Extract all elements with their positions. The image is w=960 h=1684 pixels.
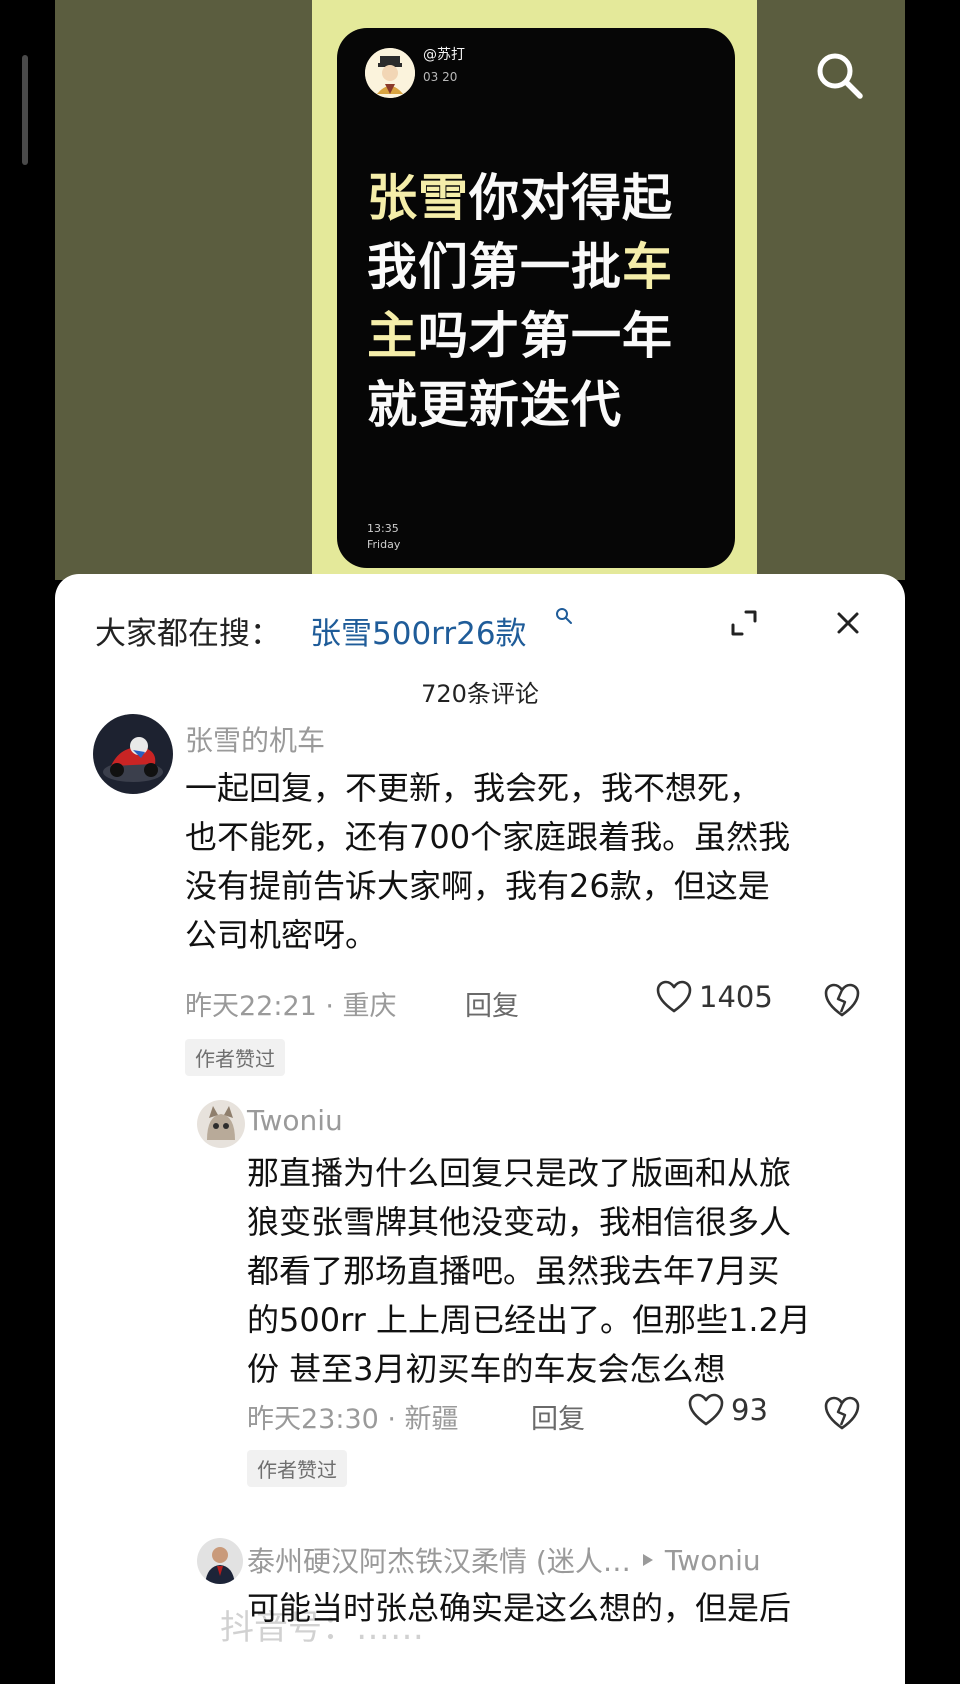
video-poster: @苏打 03 20 张雪你对得起 我们第一批车 主吗才第一年 就更新迭代 13:…	[337, 28, 735, 568]
comment-line: 的500rr 上上周已经出了。但那些1.2月	[247, 1301, 811, 1339]
comment-line: 份 甚至3月初买车的车友会怎么想	[247, 1350, 726, 1388]
poster-avatar	[365, 48, 415, 98]
like-count: 1405	[699, 980, 773, 1014]
comment-body: 那直播为什么回复只是改了版画和从旅 狼变张雪牌其他没变动，我相信很多人 都看了那…	[247, 1149, 887, 1394]
heart-icon	[656, 980, 692, 1013]
heart-icon	[688, 1393, 724, 1426]
poster-handle: @苏打	[423, 47, 465, 63]
comment-count: 720条评论	[421, 680, 539, 708]
scroll-indicator	[22, 55, 28, 165]
comment-author[interactable]: 泰州硬汉阿杰铁汉柔情 (迷人…	[247, 1540, 631, 1580]
comment-body: 一起回复，不更新，我会死，我不想死， 也不能死，还有700个家庭跟着我。虽然我 …	[185, 764, 885, 960]
watermark: 抖音号：……	[220, 1608, 424, 1648]
comment-line: 一起回复，不更新，我会死，我不想死，	[185, 769, 762, 807]
avatar[interactable]	[197, 1538, 243, 1584]
reply-header: 泰州硬汉阿杰铁汉柔情 (迷人… Twoniu	[247, 1540, 761, 1580]
poster-time: 13:35	[367, 522, 399, 535]
comment-line: 都看了那场直播吧。虽然我去年7月买	[247, 1252, 780, 1290]
poster-line-2: 我们第一批车	[367, 238, 673, 296]
comment-author[interactable]: Twoniu	[247, 1104, 343, 1137]
like-count: 93	[731, 1393, 768, 1427]
hot-search-term[interactable]: 张雪500rr26款	[310, 608, 527, 653]
hot-search-label: 大家都在搜：	[95, 616, 281, 652]
poster-headline: 张雪你对得起 我们第一批车 主吗才第一年 就更新迭代	[367, 164, 727, 440]
poster-line-4: 就更新迭代	[367, 376, 622, 434]
poster-line-1: 张雪你对得起	[367, 169, 673, 227]
avatar[interactable]	[197, 1100, 245, 1148]
author-liked-badge: 作者赞过	[247, 1450, 347, 1487]
comment-meta: 昨天22:21 · 重庆	[185, 991, 397, 1022]
comment-author[interactable]: 张雪的机车	[185, 719, 325, 759]
comment-line: 没有提前告诉大家啊，我有26款，但这是	[185, 867, 770, 905]
dislike-icon[interactable]	[823, 1395, 861, 1431]
poster-line-3: 主吗才第一年	[367, 307, 673, 365]
expand-icon[interactable]	[727, 606, 761, 640]
comment-line: 狼变张雪牌其他没变动，我相信很多人	[247, 1203, 792, 1241]
close-icon[interactable]	[831, 606, 865, 640]
poster-day: Friday	[367, 538, 401, 551]
comment-sheet: 大家都在搜： 张雪500rr26款 720条评论 张雪的机车 一起回复，不更新，…	[55, 574, 905, 1684]
search-icon[interactable]	[812, 48, 868, 104]
author-liked-badge: 作者赞过	[185, 1039, 285, 1076]
like-button[interactable]: 93	[687, 1393, 768, 1427]
reply-button[interactable]: 回复	[531, 1397, 585, 1436]
reply-to-name[interactable]: Twoniu	[665, 1544, 761, 1577]
reply-button[interactable]: 回复	[465, 984, 519, 1023]
comment-line: 也不能死，还有700个家庭跟着我。虽然我	[185, 818, 791, 856]
reply-arrow-icon	[642, 1554, 653, 1566]
search-small-icon	[554, 606, 574, 626]
video-player[interactable]: @苏打 03 20 张雪你对得起 我们第一批车 主吗才第一年 就更新迭代 13:…	[55, 0, 905, 580]
comment-line: 那直播为什么回复只是改了版画和从旅	[247, 1154, 792, 1192]
avatar[interactable]	[93, 714, 173, 794]
poster-date: 03 20	[423, 70, 458, 84]
comment-meta: 昨天23:30 · 新疆	[247, 1404, 459, 1435]
dislike-icon[interactable]	[823, 982, 861, 1018]
comment-line: 公司机密呀。	[185, 916, 378, 954]
like-button[interactable]: 1405	[655, 980, 773, 1014]
